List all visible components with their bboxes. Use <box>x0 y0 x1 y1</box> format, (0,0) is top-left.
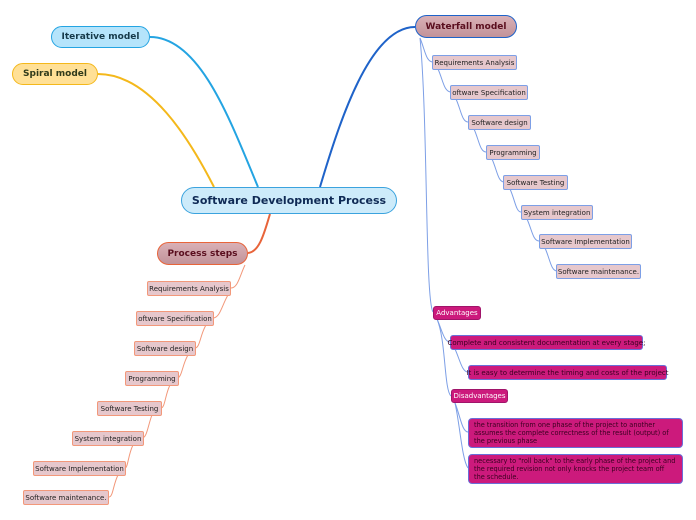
topic-iterative-model[interactable]: Iterative model <box>51 26 150 48</box>
step-label: Software maintenance. <box>557 267 640 276</box>
step-label: Software Implementation <box>541 237 630 246</box>
disadvantages-label: Disadvantages <box>453 392 506 400</box>
topic-label: Waterfall model <box>425 21 507 32</box>
waterfall-step[interactable]: Software Testing <box>503 175 568 190</box>
step-label: oftware Specification <box>138 314 212 323</box>
waterfall-step[interactable]: Software design <box>468 115 531 130</box>
advantage-item[interactable]: It is easy to determine the timing and c… <box>466 365 669 380</box>
topic-label: Process steps <box>167 248 238 259</box>
step-label: oftware Specification <box>452 88 526 97</box>
waterfall-step[interactable]: oftware Specification <box>450 85 528 100</box>
advantages-label: Advantages <box>436 309 478 317</box>
waterfall-step[interactable]: Software Implementation <box>539 234 632 249</box>
advantage-text: Complete and consistent documentation at… <box>447 338 646 347</box>
disadvantages-topic[interactable]: Disadvantages <box>451 389 508 403</box>
topic-process-steps[interactable]: Process steps <box>157 242 248 265</box>
link-waterfall <box>319 26 416 188</box>
step-label: Requirements Analysis <box>434 58 515 67</box>
waterfall-step[interactable]: System integration <box>521 205 593 220</box>
step-label: System integration <box>523 208 591 217</box>
step-label: Software design <box>471 118 528 127</box>
root-topic[interactable]: Software Development Process <box>181 187 397 214</box>
disadvantage-text: necessary to "roll back" to the early ph… <box>474 457 676 481</box>
step-label: Software Testing <box>100 404 159 413</box>
disadvantage-item[interactable]: necessary to "roll back" to the early ph… <box>468 454 683 484</box>
process-step[interactable]: Software design <box>134 341 196 356</box>
step-label: Programming <box>128 374 176 383</box>
step-label: Software maintenance. <box>25 493 107 502</box>
step-label: Software Implementation <box>35 464 124 473</box>
waterfall-step[interactable]: Programming <box>486 145 540 160</box>
step-label: Requirements Analysis <box>149 284 229 293</box>
process-step[interactable]: Software Testing <box>97 401 162 416</box>
advantage-text: It is easy to determine the timing and c… <box>466 368 669 377</box>
process-step[interactable]: oftware Specification <box>136 311 214 326</box>
advantages-topic[interactable]: Advantages <box>433 306 481 320</box>
step-label: Software Testing <box>506 178 565 187</box>
link-spiral <box>97 73 215 188</box>
root-topic-label: Software Development Process <box>191 194 387 207</box>
topic-label: Iterative model <box>61 32 140 42</box>
process-step[interactable]: Programming <box>125 371 179 386</box>
waterfall-step[interactable]: Requirements Analysis <box>432 55 517 70</box>
link-process-steps <box>247 213 271 254</box>
advantage-item[interactable]: Complete and consistent documentation at… <box>447 335 646 350</box>
disadvantage-item[interactable]: the transition from one phase of the pro… <box>468 418 683 448</box>
step-label: System integration <box>74 434 142 443</box>
topic-waterfall-model[interactable]: Waterfall model <box>415 15 517 38</box>
process-step[interactable]: Software maintenance. <box>23 490 109 505</box>
step-label: Programming <box>489 148 537 157</box>
waterfall-step[interactable]: Software maintenance. <box>556 264 641 279</box>
step-label: Software design <box>136 344 194 353</box>
process-step[interactable]: System integration <box>72 431 144 446</box>
process-step[interactable]: Requirements Analysis <box>147 281 231 296</box>
topic-label: Spiral model <box>23 69 87 79</box>
process-step[interactable]: Software Implementation <box>33 461 126 476</box>
topic-spiral-model[interactable]: Spiral model <box>12 63 98 85</box>
disadvantage-text: the transition from one phase of the pro… <box>474 421 669 445</box>
